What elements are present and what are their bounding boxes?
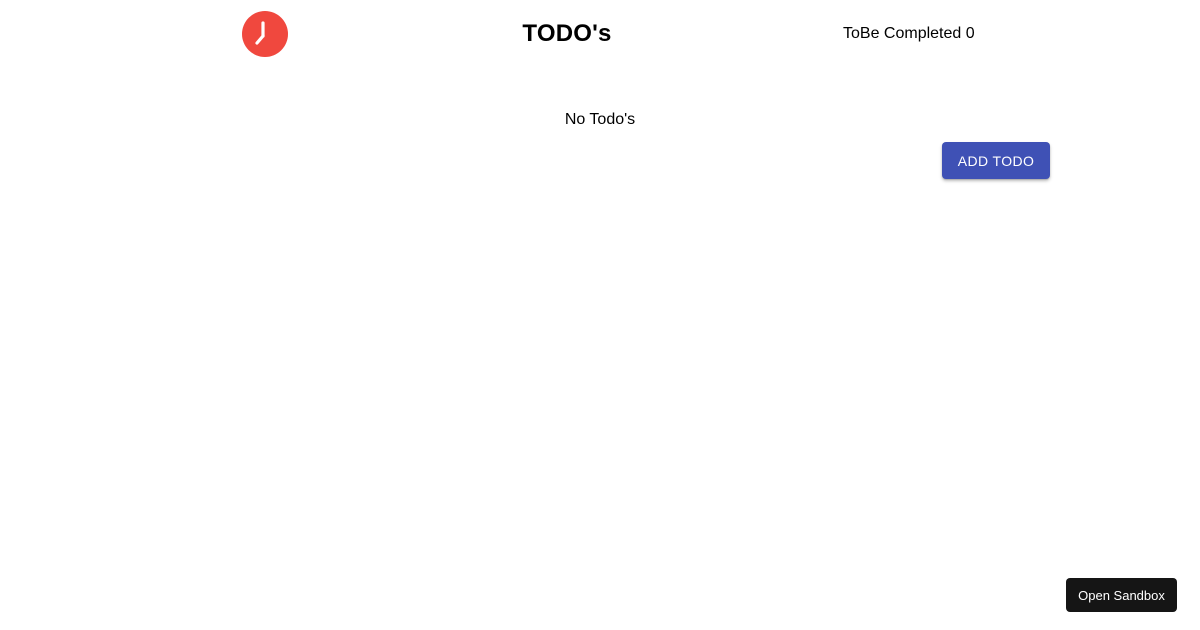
todo-app: TODO's ToBe Completed 0 No Todo's ADD TO… — [0, 0, 1200, 630]
tobe-completed-counter: ToBe Completed 0 — [843, 25, 975, 42]
empty-state-message: No Todo's — [564, 111, 636, 128]
add-todo-button[interactable]: ADD TODO — [942, 142, 1050, 179]
open-sandbox-button[interactable]: Open Sandbox — [1066, 578, 1177, 612]
